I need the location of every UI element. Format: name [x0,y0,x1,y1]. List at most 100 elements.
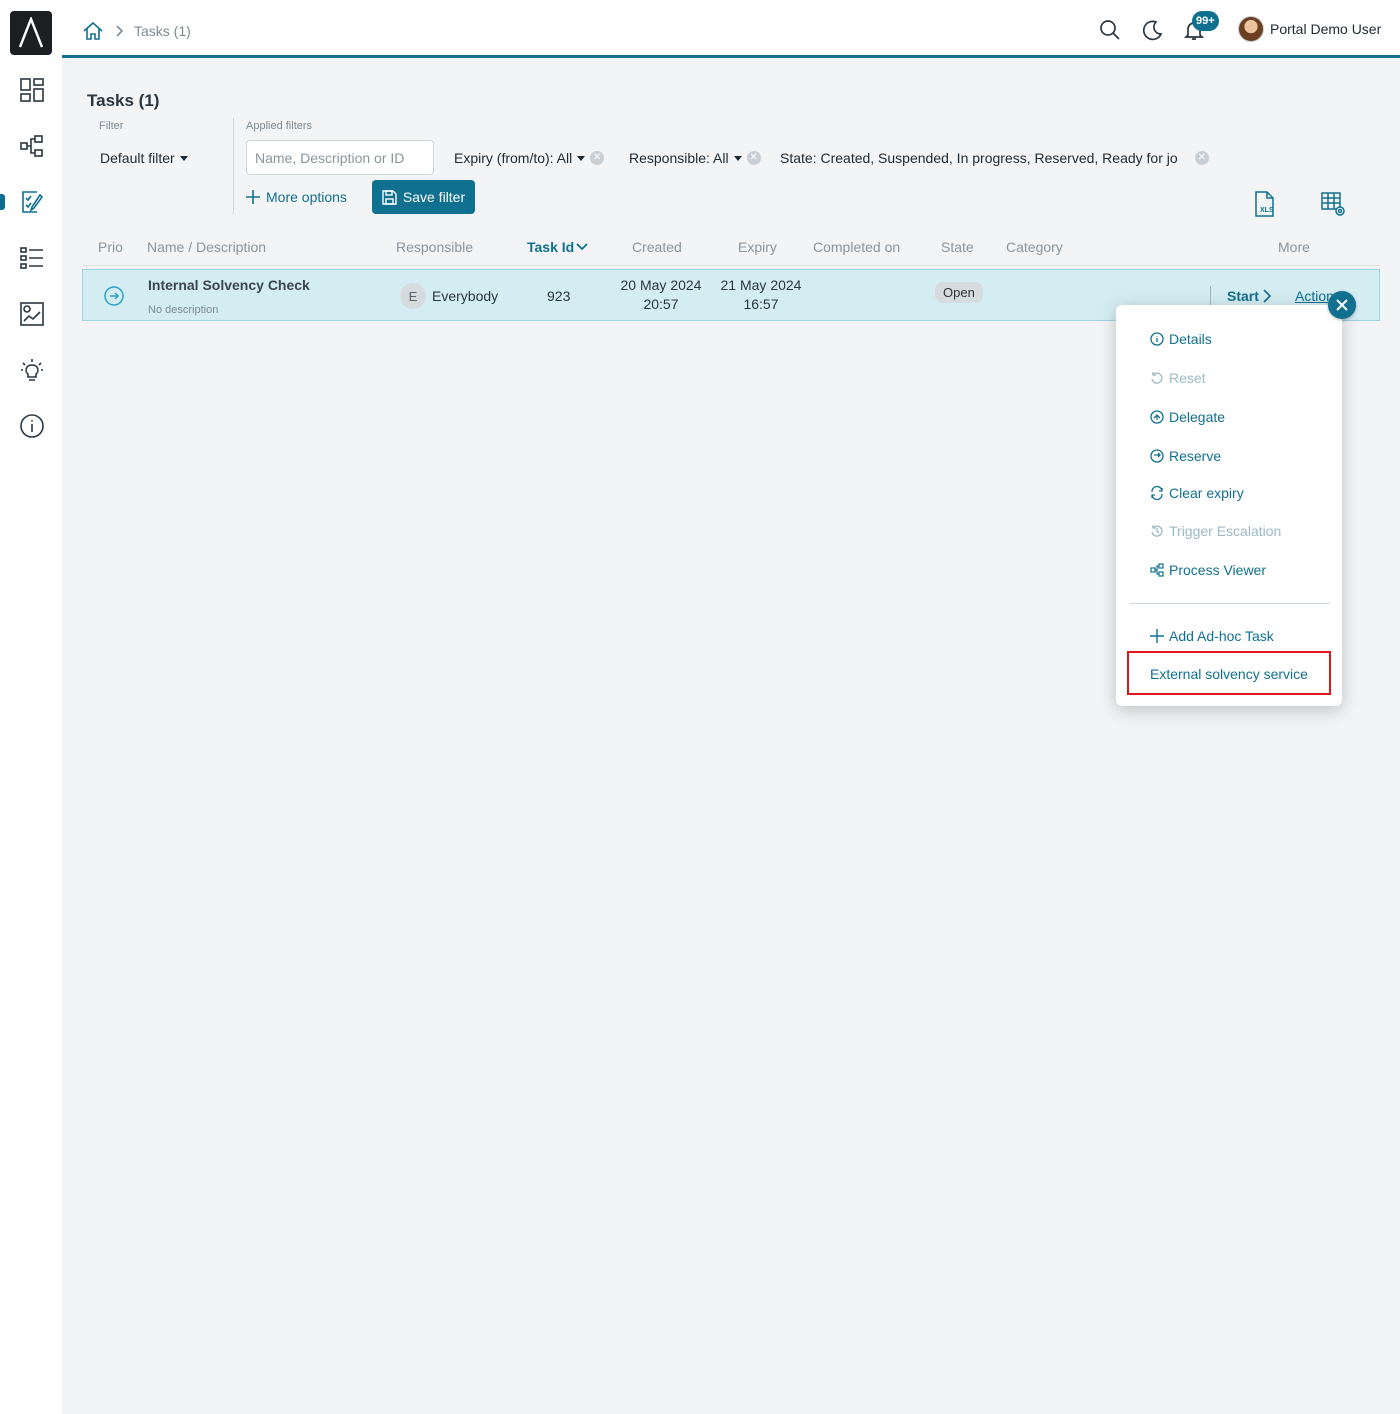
app-logo[interactable] [10,11,52,55]
info-icon [20,414,44,438]
start-label: Start [1227,288,1259,304]
column-config-button[interactable] [1320,191,1346,217]
reserve-icon [1150,449,1164,463]
caret-down-icon [577,155,586,161]
sidebar-item-processes[interactable] [15,129,49,163]
menu-item-process-viewer-label: Process Viewer [1169,562,1267,578]
status-badge: Open [935,282,983,303]
menu-item-external-solvency-service[interactable]: External solvency service [1150,666,1308,682]
user-menu[interactable]: Portal Demo User [1238,16,1381,42]
column-header-state[interactable]: State [941,239,974,255]
menu-item-reserve[interactable]: Reserve [1150,448,1221,464]
actions-menu: Details Reset Delegate Reserve Clear exp… [1116,305,1342,706]
column-header-prio[interactable]: Prio [98,239,123,255]
sidebar-item-tasks[interactable] [15,185,49,219]
sidebar-item-statistics[interactable] [15,297,49,331]
remove-chip-icon[interactable]: ✕ [590,151,605,165]
menu-item-details[interactable]: Details [1150,331,1212,347]
menu-item-add-adhoc-label: Add Ad-hoc Task [1169,628,1274,644]
filter-label: Filter [99,120,124,132]
table-header-divider [82,265,1380,266]
created-time: 20:57 [643,296,679,312]
task-description: No description [148,304,219,316]
created-cell: 20 May 2024 20:57 [618,277,704,312]
reset-icon [1151,372,1163,384]
search-input[interactable] [246,140,434,175]
menu-item-add-adhoc-task[interactable]: Add Ad-hoc Task [1150,628,1274,644]
default-filter-label: Default filter [100,150,175,166]
process-icon [1150,563,1164,577]
column-header-responsible[interactable]: Responsible [396,239,473,255]
avatar [1238,16,1264,42]
page-title: Tasks (1) [87,91,160,110]
table-settings-icon [1321,192,1345,216]
default-filter-dropdown[interactable]: Default filter [100,150,188,166]
chevron-right-icon [1263,289,1271,303]
chip-responsible[interactable]: Responsible: All ✕ [629,150,761,166]
sidebar-item-cases[interactable] [15,241,49,275]
plus-icon [1150,629,1164,643]
refresh-icon [1151,486,1163,500]
menu-item-clear-expiry[interactable]: Clear expiry [1150,485,1244,501]
active-indicator [0,194,5,210]
menu-item-details-label: Details [1169,331,1212,347]
delegate-icon [1150,410,1164,424]
home-icon[interactable] [82,20,104,42]
list-icon [20,247,43,269]
breadcrumb: Tasks (1) [82,20,191,42]
prio-icon-wrapper [103,285,125,310]
column-header-task-id-label: Task Id [527,239,575,255]
close-menu-button[interactable] [1328,291,1356,319]
menu-item-trigger-escalation: Trigger Escalation [1150,523,1281,539]
save-filter-button[interactable]: Save filter [372,180,475,214]
chip-expiry[interactable]: Expiry (from/to): All ✕ [454,150,605,166]
menu-item-process-viewer[interactable]: Process Viewer [1150,562,1266,578]
task-name[interactable]: Internal Solvency Check [148,277,310,293]
top-header: Tasks (1) 99+ Portal Demo User [62,0,1400,58]
logo-icon [18,17,44,48]
menu-item-external-label: External solvency service [1150,666,1308,682]
applied-filters-label: Applied filters [246,120,313,132]
menu-item-delegate-label: Delegate [1169,409,1226,425]
column-header-name[interactable]: Name / Description [147,239,266,255]
expiry-time: 16:57 [743,296,779,312]
caret-down-icon [179,155,188,161]
caret-down-icon [733,155,742,161]
responsible-cell: E Everybody [400,283,498,309]
remove-chip-icon[interactable]: ✕ [1194,151,1209,165]
sidebar-item-dashboard[interactable] [15,73,49,107]
column-header-completed[interactable]: Completed on [813,239,900,255]
column-header-more: More [1278,239,1310,255]
xls-file-icon: XLS [1255,191,1274,217]
more-options-button[interactable]: More options [246,189,347,205]
menu-item-reserve-label: Reserve [1169,448,1222,464]
menu-item-clear-expiry-label: Clear expiry [1169,485,1244,501]
sidebar-item-info[interactable] [15,409,49,443]
dark-mode-toggle[interactable] [1140,18,1164,42]
responsible-avatar: E [400,283,426,309]
statistics-icon [20,302,44,326]
svg-text:XLS: XLS [1260,207,1274,214]
sort-desc-icon [576,243,588,251]
menu-item-reset: Reset [1150,370,1206,386]
start-button[interactable]: Start [1227,288,1271,304]
info-icon [1150,332,1164,346]
column-header-expiry[interactable]: Expiry [738,239,777,255]
column-header-category[interactable]: Category [1006,239,1063,255]
moon-icon [1142,20,1163,41]
plus-icon [246,190,260,204]
expiry-date: 21 May 2024 [720,277,802,293]
state-cell: Open [935,282,983,303]
column-header-task-id[interactable]: Task Id [527,239,588,255]
remove-chip-icon[interactable]: ✕ [746,151,761,165]
user-name: Portal Demo User [1270,21,1382,37]
responsible-name: Everybody [432,288,499,304]
menu-item-delegate[interactable]: Delegate [1150,409,1225,425]
sidebar-item-ideas[interactable] [15,353,49,387]
column-header-created[interactable]: Created [632,239,682,255]
search-button[interactable] [1098,18,1122,42]
more-options-label: More options [266,189,347,205]
expiry-cell: 21 May 2024 16:57 [718,277,804,312]
export-xls-button[interactable]: XLS [1252,191,1278,217]
chip-state[interactable]: State: Created, Suspended, In progress, … [780,150,1209,166]
